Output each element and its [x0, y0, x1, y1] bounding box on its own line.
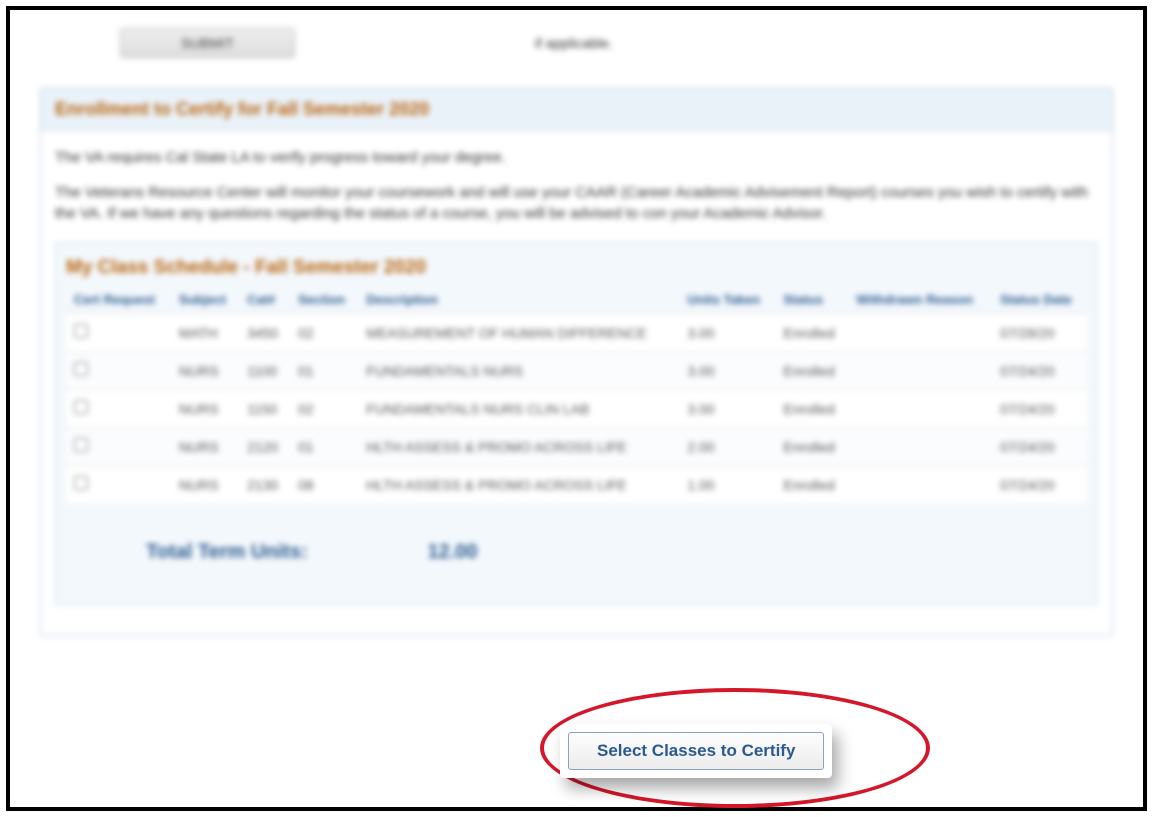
submit-button[interactable]: SUBMIT — [120, 28, 295, 58]
cell-cat: 1100 — [239, 352, 290, 390]
schedule-title: My Class Schedule - Fall Semester 2020 — [66, 253, 1087, 287]
table-row: MATH345002MEASUREMENT OF HUMAN DIFFERENC… — [66, 314, 1087, 352]
cell-section: 08 — [290, 466, 358, 504]
table-row: NURS212001HLTH ASSESS & PROMO ACROSS LIF… — [66, 428, 1087, 466]
cell-section: 01 — [290, 352, 358, 390]
app-frame: SUBMIT if applicable. Enrollment to Cert… — [6, 6, 1147, 811]
cell-cat: 3450 — [239, 314, 290, 352]
cell-description: MEASUREMENT OF HUMAN DIFFERENCE — [358, 314, 679, 352]
cell-date: 07/24/20 — [992, 466, 1087, 504]
cell-date: 07/24/20 — [992, 390, 1087, 428]
schedule-table: Cert Request Subject Cat# Section Descri… — [66, 287, 1087, 503]
totals-row: Total Term Units: 12.00 — [66, 541, 1087, 564]
cell-subject: NURS — [171, 352, 239, 390]
enrollment-para-1: The VA requires Cal State LA to verify p… — [55, 147, 1098, 168]
table-row: NURS110001FUNDAMENTALS NURS3.00Enrolled 0… — [66, 352, 1087, 390]
cert-checkbox[interactable] — [74, 400, 88, 414]
schedule-panel: My Class Schedule - Fall Semester 2020 C… — [55, 242, 1098, 605]
col-cert: Cert Request — [66, 287, 171, 314]
table-row: NURS213008HLTH ASSESS & PROMO ACROSS LIF… — [66, 466, 1087, 504]
col-withdrawn: Withdrawn Reason — [848, 287, 992, 314]
cell-units: 2.00 — [679, 428, 775, 466]
cell-cat: 2120 — [239, 428, 290, 466]
cell-withdrawn — [848, 466, 992, 504]
cell-date: 07/28/20 — [992, 314, 1087, 352]
cell-status: Enrolled — [775, 466, 848, 504]
cell-status: Enrolled — [775, 390, 848, 428]
col-description: Description — [358, 287, 679, 314]
cell-subject: MATH — [171, 314, 239, 352]
cell-subject: NURS — [171, 428, 239, 466]
col-statusdate: Status Date — [992, 287, 1087, 314]
cell-units: 3.00 — [679, 314, 775, 352]
enrollment-panel: Enrollment to Certify for Fall Semester … — [40, 88, 1113, 636]
cell-description: HLTH ASSESS & PROMO ACROSS LIFE — [358, 428, 679, 466]
top-note-text: if applicable. — [535, 35, 1113, 51]
col-cat: Cat# — [239, 287, 290, 314]
cell-status: Enrolled — [775, 428, 848, 466]
select-classes-button-card: Select Classes to Certify — [560, 724, 832, 778]
totals-value: 12.00 — [427, 541, 477, 564]
col-units: Units Taken — [679, 287, 775, 314]
cell-status: Enrolled — [775, 314, 848, 352]
cell-subject: NURS — [171, 390, 239, 428]
col-section: Section — [290, 287, 358, 314]
cert-checkbox[interactable] — [74, 476, 88, 490]
select-classes-button[interactable]: Select Classes to Certify — [568, 732, 824, 770]
cell-section: 02 — [290, 390, 358, 428]
cert-checkbox[interactable] — [74, 438, 88, 452]
cell-date: 07/24/20 — [992, 352, 1087, 390]
cell-withdrawn — [848, 352, 992, 390]
col-status: Status — [775, 287, 848, 314]
cell-subject: NURS — [171, 466, 239, 504]
cell-description: FUNDAMENTALS NURS CLIN LAB — [358, 390, 679, 428]
cell-cat: 1150 — [239, 390, 290, 428]
cell-description: HLTH ASSESS & PROMO ACROSS LIFE — [358, 466, 679, 504]
totals-label: Total Term Units: — [146, 541, 307, 564]
cert-checkbox[interactable] — [74, 324, 88, 338]
cell-units: 1.00 — [679, 466, 775, 504]
enrollment-para-2: The Veterans Resource Center will monito… — [55, 182, 1098, 224]
cell-section: 02 — [290, 314, 358, 352]
cell-withdrawn — [848, 314, 992, 352]
enrollment-panel-title: Enrollment to Certify for Fall Semester … — [41, 89, 1112, 131]
cert-checkbox[interactable] — [74, 362, 88, 376]
highlight-overlay: Select Classes to Certify — [540, 710, 940, 800]
cell-withdrawn — [848, 390, 992, 428]
cell-withdrawn — [848, 428, 992, 466]
cell-date: 07/24/20 — [992, 428, 1087, 466]
table-row: NURS115002FUNDAMENTALS NURS CLIN LAB3.00… — [66, 390, 1087, 428]
cell-units: 3.00 — [679, 390, 775, 428]
enrollment-panel-body: The VA requires Cal State LA to verify p… — [41, 131, 1112, 635]
cell-description: FUNDAMENTALS NURS — [358, 352, 679, 390]
top-row: SUBMIT if applicable. — [40, 28, 1113, 78]
blurred-background: SUBMIT if applicable. Enrollment to Cert… — [10, 10, 1143, 666]
cell-units: 3.00 — [679, 352, 775, 390]
cell-section: 01 — [290, 428, 358, 466]
cell-status: Enrolled — [775, 352, 848, 390]
col-subject: Subject — [171, 287, 239, 314]
cell-cat: 2130 — [239, 466, 290, 504]
